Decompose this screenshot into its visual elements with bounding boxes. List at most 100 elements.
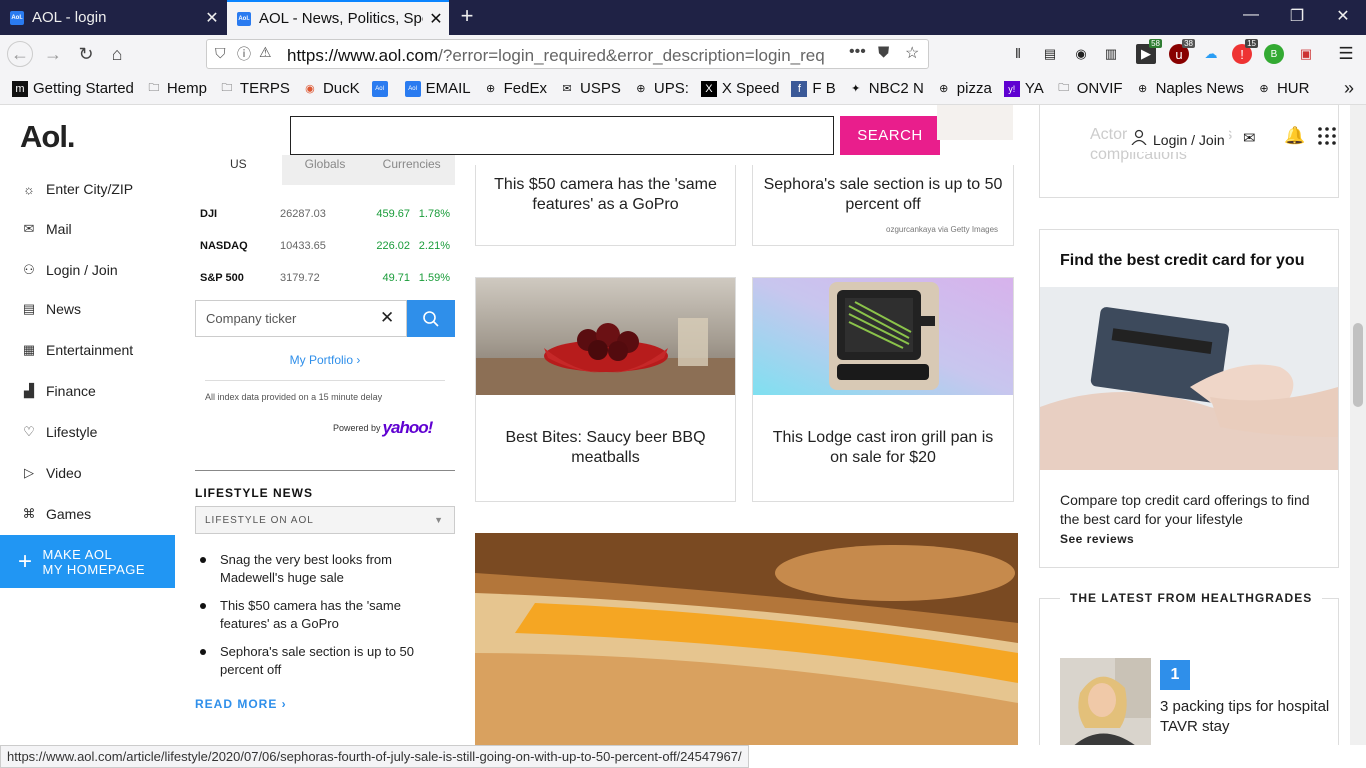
site-info-icon[interactable]: ⓘ <box>237 44 251 64</box>
lifestyle-select[interactable]: LIFESTYLE ON AOL ▼ <box>195 506 455 534</box>
forward-icon[interactable]: → <box>40 41 66 67</box>
bookmark-item[interactable]: Aol <box>371 80 393 97</box>
ublock-icon[interactable]: u 38 <box>1169 39 1195 64</box>
lifestyle-news-item[interactable]: Snag the very best looks from Madewell's… <box>200 551 435 587</box>
search-icon[interactable] <box>407 300 455 337</box>
sidebar-item-weather[interactable]: ☼ Enter City/ZIP <box>20 178 133 200</box>
page-actions-icon[interactable]: ••• <box>849 43 866 61</box>
ticker-input[interactable]: Company ticker <box>195 300 407 337</box>
lifestyle-news-item[interactable]: This $50 camera has the 'same features' … <box>200 597 435 633</box>
search-button[interactable]: SEARCH <box>840 116 940 155</box>
scrollbar-thumb[interactable] <box>1353 323 1363 407</box>
make-homepage-button[interactable]: + MAKE AOL MY HOMEPAGE <box>0 535 175 588</box>
article-card[interactable]: Best Bites: Saucy beer BBQ meatballs <box>475 277 736 502</box>
bookmark-item[interactable]: 🗀 Hemp <box>146 80 207 97</box>
sidebar-item-finance[interactable]: ▟ Finance <box>20 380 96 402</box>
window-close-icon[interactable]: ✕ <box>1333 6 1353 26</box>
tab-currencies[interactable]: Currencies <box>368 155 456 185</box>
menu-icon[interactable]: ☰ <box>1336 44 1356 64</box>
clear-icon[interactable]: ✕ <box>380 308 394 328</box>
account-icon[interactable]: ◉ <box>1071 44 1091 64</box>
tab-globals[interactable]: Globals <box>281 155 369 185</box>
market-row[interactable]: NASDAQ 10433.65 226.02 2.21% <box>200 240 450 252</box>
finance-icon: ▟ <box>24 383 34 398</box>
bookmark-label: USPS <box>580 80 621 97</box>
cloud-icon[interactable]: ☁ <box>1201 44 1221 64</box>
bookmark-item[interactable]: 🗀 ONVIF <box>1056 80 1122 97</box>
article-card[interactable]: This Lodge cast iron grill pan is on sal… <box>752 277 1014 502</box>
bookmark-item[interactable]: XX Speed <box>700 80 779 97</box>
shield-icon[interactable]: ⛉ <box>215 45 226 62</box>
bookmark-item[interactable]: ✦ NBC2 N <box>848 80 924 97</box>
home-icon[interactable]: ⌂ <box>104 41 130 67</box>
sidebar-item-entertainment[interactable]: ▦ Entertainment <box>20 339 133 361</box>
sidebar-icon[interactable]: ▤ <box>1040 44 1060 64</box>
aol-logo[interactable]: Aol. <box>20 119 76 155</box>
credit-card-ad[interactable]: Find the best credit card for you Compar… <box>1039 229 1339 568</box>
sidebar-item-user[interactable]: ⚇ Login / Join <box>20 259 117 281</box>
library-icon[interactable]: ⫴ <box>1008 44 1028 64</box>
search-input[interactable] <box>290 116 834 155</box>
my-portfolio-link[interactable]: My Portfolio › <box>195 353 455 367</box>
sidebar-item-gamepad[interactable]: ⌘ Games <box>20 503 92 525</box>
powered-by-yahoo[interactable]: Powered by yahoo! <box>333 418 433 438</box>
healthgrades-heading: THE LATEST FROM HEALTHGRADES <box>1060 591 1323 605</box>
bookmark-star-icon[interactable]: ☆ <box>905 43 919 63</box>
bookmarks-overflow-icon[interactable]: » <box>1344 78 1354 99</box>
grilled-cheese-image[interactable] <box>475 533 1018 745</box>
close-tab-icon[interactable]: ✕ <box>423 9 449 29</box>
back-icon[interactable]: ← <box>7 41 33 67</box>
healthgrades-headline[interactable]: 3 packing tips for hospital TAVR stay <box>1160 697 1330 737</box>
bookmark-item[interactable]: y! YA <box>1003 80 1044 97</box>
alert-extension-icon[interactable]: ! 15 <box>1232 39 1258 64</box>
tab-aol-news[interactable]: Aol. AOL - News, Politics, Spo ✕ <box>227 0 449 35</box>
bell-icon[interactable]: 🔔 <box>1284 126 1305 146</box>
sidebar-item-heart[interactable]: ♡ Lifestyle <box>20 421 97 443</box>
calendar-extension-icon[interactable]: ▣ <box>1296 44 1316 64</box>
tab-us[interactable]: US <box>195 155 282 185</box>
bookmark-item[interactable]: fF B <box>791 80 836 97</box>
url-bar[interactable]: ⛉ ⓘ ⚠ https://www.aol.com/?error=login_r… <box>206 39 929 69</box>
market-pct: 2.21% <box>418 240 450 252</box>
bookmark-item[interactable]: ⊕ UPS: <box>633 80 689 97</box>
market-row[interactable]: DJI 26287.03 459.67 1.78% <box>200 208 450 220</box>
close-tab-icon[interactable]: ✕ <box>199 8 225 28</box>
tab-aol-login[interactable]: Aol. AOL - login ✕ <box>0 0 225 35</box>
bookmark-item[interactable]: ⊕ FedEx <box>483 80 547 97</box>
pocket-icon[interactable]: ⛊ <box>878 44 889 61</box>
bookmark-item[interactable]: 🗀 TERPS <box>219 80 290 97</box>
mail-icon[interactable]: ✉ <box>1243 129 1256 147</box>
healthgrades-image[interactable] <box>1060 658 1151 745</box>
market-row[interactable]: S&P 500 3179.72 49.71 1.59% <box>200 272 450 284</box>
article-card[interactable]: This $50 camera has the 'same features' … <box>475 165 736 246</box>
sidebar-item-mail[interactable]: ✉ Mail <box>20 218 72 240</box>
lifestyle-news-item[interactable]: Sephora's sale section is up to 50 perce… <box>200 643 435 679</box>
login-button[interactable]: Login / Join <box>1127 127 1229 152</box>
bookmark-item[interactable]: ✉ USPS <box>559 80 621 97</box>
sidebar-item-play[interactable]: ▷ Video <box>20 462 82 484</box>
read-more-link[interactable]: READ MORE › <box>195 697 287 711</box>
new-tab-icon[interactable]: + <box>456 3 478 29</box>
bookmark-item[interactable]: ⊕ Naples News <box>1135 80 1244 97</box>
heart-icon: ♡ <box>23 424 35 439</box>
sidebar-item-label: News <box>46 301 82 317</box>
scrollbar[interactable] <box>1350 105 1366 745</box>
bookmark-label: Naples News <box>1155 80 1244 97</box>
extension-icon[interactable]: ▶ 58 <box>1136 39 1162 64</box>
see-reviews-link[interactable]: See reviews <box>1060 532 1134 546</box>
bookmark-label: Getting Started <box>33 80 134 97</box>
permissions-icon[interactable]: ⚠ <box>259 44 272 61</box>
bookmark-item[interactable]: ◉ DucK <box>302 80 360 97</box>
bookmark-item[interactable]: ⊕ pizza <box>936 80 992 97</box>
bookmark-item[interactable]: Aol EMAIL <box>404 80 471 97</box>
bookmark-item[interactable]: m Getting Started <box>12 80 134 97</box>
extension-bars-icon[interactable]: ▥ <box>1101 44 1121 64</box>
sidebar-item-news[interactable]: ▤ News <box>20 298 81 320</box>
restore-icon[interactable]: ❐ <box>1287 6 1307 26</box>
bookmark-item[interactable]: ⊕ HUR <box>1256 80 1309 97</box>
minimize-icon[interactable]: — <box>1241 6 1261 24</box>
apps-grid-icon[interactable] <box>1318 127 1336 145</box>
reload-icon[interactable]: ↻ <box>73 41 99 67</box>
yahoo-icon: y! <box>1003 80 1020 97</box>
b-extension-icon[interactable]: B <box>1264 44 1284 64</box>
